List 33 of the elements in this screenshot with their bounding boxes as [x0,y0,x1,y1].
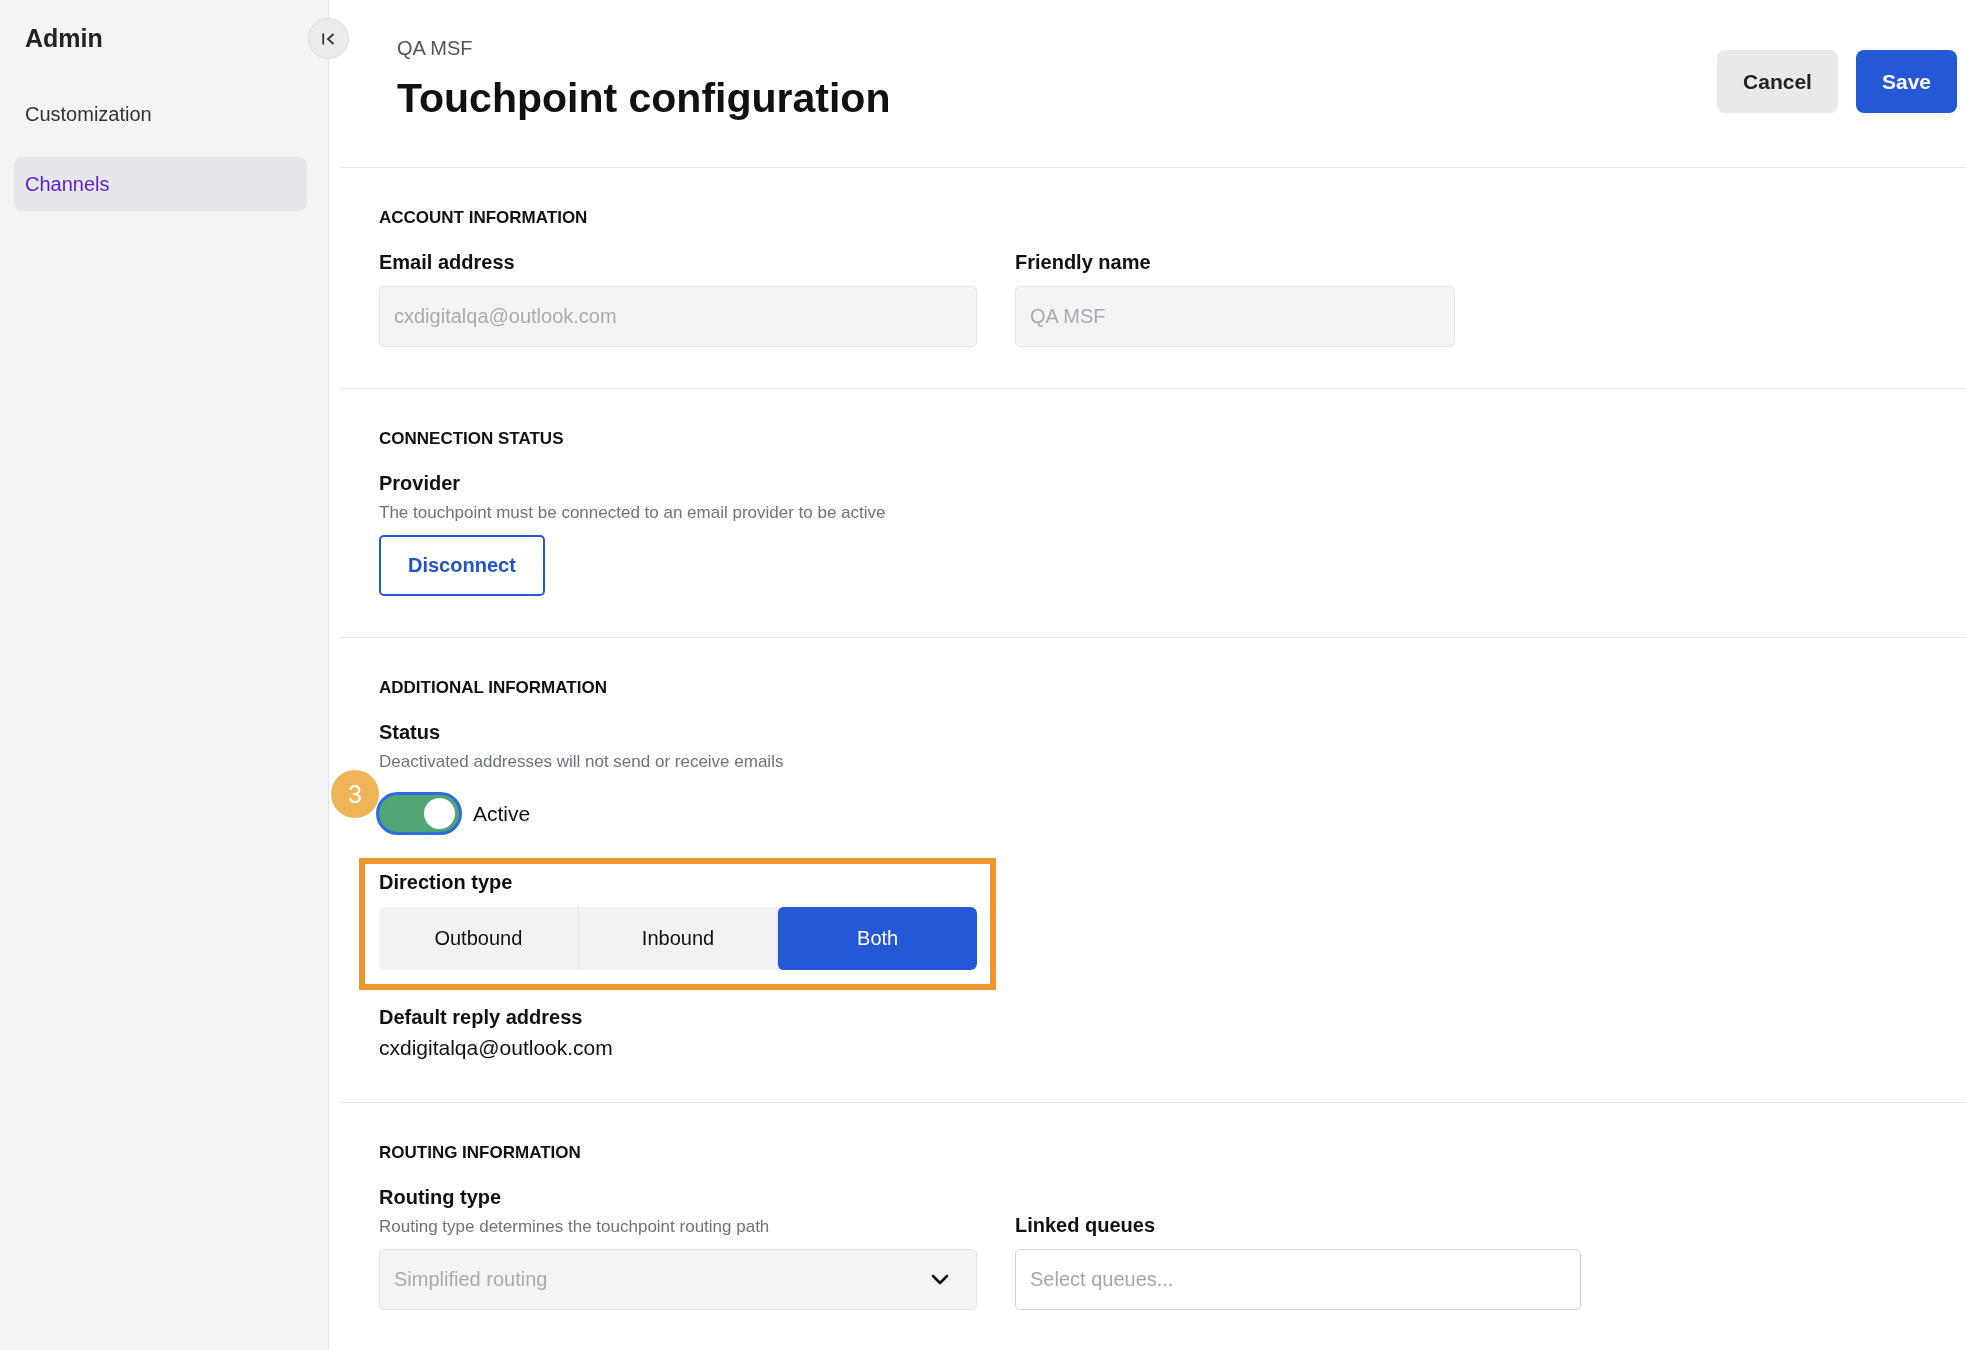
field-label: Direction type [379,870,514,894]
save-button[interactable]: Save [1855,50,1957,113]
field-label: Provider [379,471,462,495]
cancel-button[interactable]: Cancel [1717,50,1838,113]
field-label: Friendly name [1015,250,1152,274]
field-value: cxdigitalqa@outlook.com [379,1035,613,1061]
section-heading: ROUTING INFORMATION [379,1143,582,1163]
field-label: Status [379,720,442,744]
field-label: Routing type [379,1185,503,1209]
field-hint: The touchpoint must be connected to an email provider to be active [379,503,886,523]
field-label: Email address [379,250,516,274]
step-badge: 3 [331,770,379,818]
section-heading: CONNECTION STATUS [379,429,565,449]
collapse-icon [321,32,336,45]
collapse-button[interactable] [308,18,349,59]
sidebar-item[interactable]: Customization [14,87,307,141]
page-title: Touchpoint configuration [397,74,891,123]
field-label: Default reply address [379,1005,584,1029]
text-field[interactable]: Select queues... [1015,1249,1581,1310]
chevron-down-icon [931,1274,949,1285]
disconnect-button[interactable]: Disconnect [379,535,545,596]
sidebar-title: Admin [25,23,104,53]
segment-option[interactable]: Outbound [379,907,578,970]
segment-option[interactable]: Both [777,907,977,970]
field-hint: Routing type determines the touchpoint routing path [379,1217,771,1237]
toggle-label: Active [473,801,531,826]
field-label: Linked queues [1015,1213,1157,1237]
field-hint: Deactivated addresses will not send or receive emails [379,752,784,772]
section-heading: ADDITIONAL INFORMATION [379,678,608,698]
toggle-switch[interactable] [376,792,462,835]
sidebar-item[interactable]: Channels [14,157,307,211]
page-subtitle: QA MSF [397,36,474,60]
section-heading: ACCOUNT INFORMATION [379,208,589,228]
